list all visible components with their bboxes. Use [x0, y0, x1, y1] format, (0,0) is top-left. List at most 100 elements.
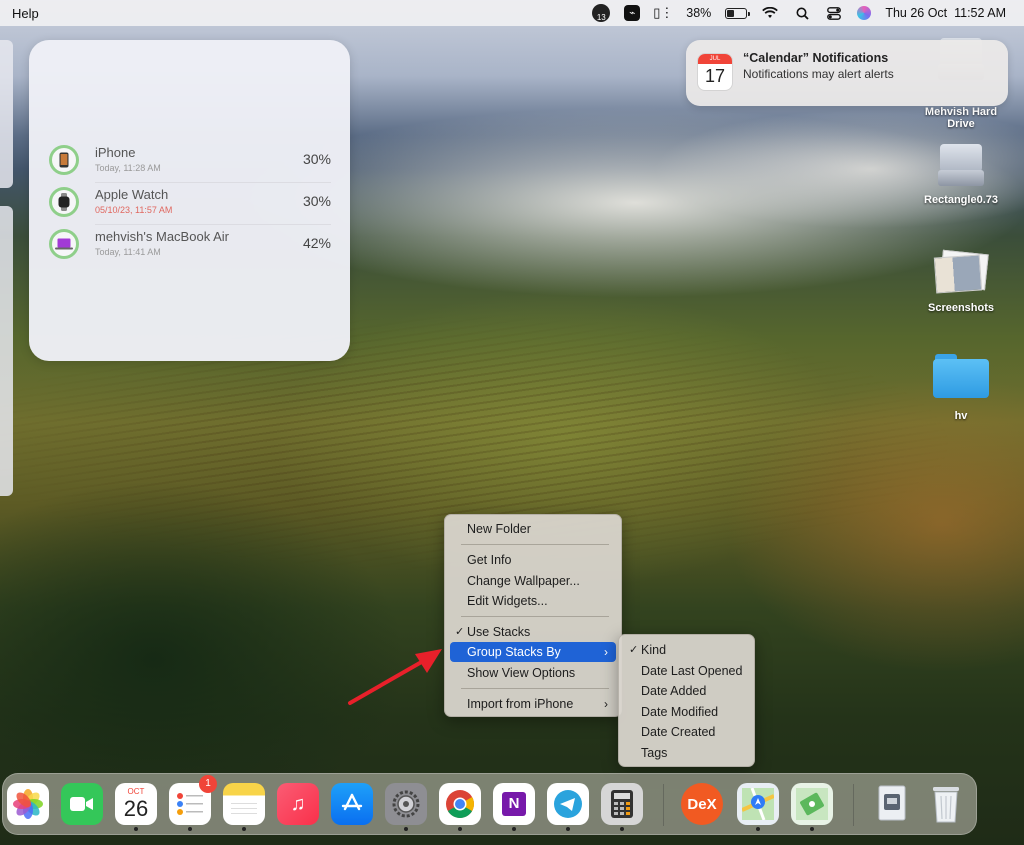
music-app-icon[interactable]: ♫: [277, 783, 319, 825]
photos-app-icon[interactable]: [7, 783, 49, 825]
calculator-app-icon[interactable]: [601, 783, 643, 831]
dock-calendar-day: 26: [123, 796, 149, 821]
clock-time-text: 11:52 AM: [954, 6, 1006, 20]
chevron-right-icon: ›: [604, 697, 608, 711]
menu-item-get-info[interactable]: Get Info: [450, 550, 616, 570]
maps-app-icon[interactable]: [737, 783, 779, 831]
disk-image-icon: [936, 140, 986, 190]
system-settings-icon[interactable]: [385, 783, 427, 831]
device-name: Apple Watch: [95, 187, 169, 202]
menu-item-edit-widgets[interactable]: Edit Widgets...: [450, 591, 616, 611]
running-indicator: [242, 827, 246, 831]
menu-item-change-wallpaper[interactable]: Change Wallpaper...: [450, 571, 616, 591]
checkmark-icon: ✓: [629, 644, 639, 656]
dex-label: DeX: [687, 795, 717, 813]
menu-help[interactable]: Help: [12, 6, 39, 21]
menu-item-group-stacks-by[interactable]: Group Stacks By ›: [450, 642, 616, 662]
batteries-widget[interactable]: iPhone Today, 11:28 AM 30% Apple Watch 0…: [29, 40, 350, 361]
desktop-item-screenshots[interactable]: Screenshots: [911, 249, 1011, 314]
desktop-item-label: Rectangle0.73: [924, 194, 998, 206]
running-indicator: [810, 827, 814, 831]
spotlight-search-icon[interactable]: [793, 4, 811, 22]
dock-divider: [853, 784, 854, 826]
trash-icon[interactable]: [925, 783, 967, 825]
notes-app-icon[interactable]: [223, 783, 265, 831]
watch-icon: [49, 187, 79, 217]
shortcut-app-icon[interactable]: ⌁: [624, 5, 641, 21]
clock-date[interactable]: Thu 26 Oct 11:52 AM: [885, 6, 1006, 20]
onenote-app-icon[interactable]: N: [493, 783, 535, 831]
device-row: iPhone Today, 11:28 AM 30%: [49, 141, 331, 183]
desktop-item-label: Mehvish Hard Drive: [924, 106, 998, 130]
notification-badge: 1: [199, 775, 217, 793]
calendar-app-icon[interactable]: OCT 26: [115, 783, 157, 831]
menu-item-show-view-options[interactable]: Show View Options: [450, 663, 616, 683]
running-indicator: [404, 827, 408, 831]
submenu-item-kind[interactable]: ✓ Kind: [624, 640, 749, 660]
device-row: Apple Watch 05/10/23, 11:57 AM 30%: [49, 183, 331, 225]
device-name: iPhone: [95, 145, 136, 160]
running-indicator: [620, 827, 624, 831]
telegram-app-icon[interactable]: [547, 783, 589, 831]
battery-level-fill: [727, 9, 735, 17]
calendar-notification[interactable]: JUL 17 “Calendar” Notifications Notifica…: [686, 40, 1008, 106]
menu-item-label: Import from iPhone: [467, 697, 574, 711]
reminders-app-icon[interactable]: 1: [169, 775, 217, 831]
menu-bar: Help 13 ⌁ ▯⋮ 38% Thu 26 Oct 11:52 AM: [0, 0, 1024, 26]
folder-icon: [933, 354, 989, 398]
notification-body: Notifications may alert alerts: [743, 67, 894, 81]
menu-divider: [461, 544, 609, 545]
submenu-item-tags[interactable]: Tags: [624, 743, 749, 763]
checkmark-icon: ✓: [455, 626, 465, 638]
running-indicator: [458, 827, 462, 831]
menu-divider: [461, 616, 609, 617]
device-updated-time: Today, 11:28 AM: [95, 163, 161, 173]
desktop-context-menu: New Folder Get Info Change Wallpaper... …: [444, 514, 622, 717]
clock-date-text: Thu 26 Oct: [885, 6, 948, 20]
device-row: mehvish's MacBook Air Today, 11:41 AM 42…: [49, 225, 331, 267]
device-name: mehvish's MacBook Air: [95, 229, 229, 244]
menu-bar-status-area: 13 ⌁ ▯⋮ 38% Thu 26 Oct 11:52 AM: [592, 4, 1006, 22]
running-indicator: [756, 827, 760, 831]
calendar-app-icon: JUL 17: [698, 54, 732, 90]
device-battery-percent: 30%: [302, 193, 331, 209]
device-updated-time: Today, 11:41 AM: [95, 247, 161, 257]
submenu-item-date-created[interactable]: Date Created: [624, 722, 749, 742]
menu-item-use-stacks[interactable]: ✓ Use Stacks: [450, 622, 616, 642]
chrome-app-icon[interactable]: [439, 783, 481, 831]
desktop-item-label: Screenshots: [927, 302, 995, 314]
desktop-item-rectangle[interactable]: Rectangle0.73: [911, 140, 1011, 206]
downloads-stack-icon[interactable]: [871, 783, 913, 825]
device-updated-time: 05/10/23, 11:57 AM: [95, 205, 173, 215]
menu-item-import-from-iphone[interactable]: Import from iPhone ›: [450, 694, 616, 714]
dock: OCT 26 1 ♫ N DeX: [2, 773, 977, 835]
macbook-icon: [49, 229, 79, 259]
facetime-app-icon[interactable]: [61, 783, 103, 825]
submenu-item-label: Kind: [641, 643, 667, 657]
group-stacks-submenu: ✓ Kind Date Last Opened Date Added Date …: [618, 634, 755, 767]
battery-icon[interactable]: [725, 7, 751, 19]
desktop-item-hv-folder[interactable]: hv: [911, 354, 1011, 422]
chevron-right-icon: ›: [604, 645, 608, 659]
menu-divider: [461, 688, 609, 689]
status-count-icon[interactable]: 13: [592, 4, 611, 22]
app-store-icon[interactable]: [331, 783, 373, 825]
notification-title: “Calendar” Notifications: [743, 51, 889, 65]
screenshots-stack-icon: [933, 249, 989, 294]
side-widget-strip: [0, 206, 13, 496]
dock-divider: [663, 784, 664, 826]
submenu-item-date-modified[interactable]: Date Modified: [624, 702, 749, 722]
submenu-item-date-last-opened[interactable]: Date Last Opened: [624, 661, 749, 681]
menu-item-new-folder[interactable]: New Folder: [450, 519, 616, 539]
iphone-icon: [49, 145, 79, 175]
finance-app-icon[interactable]: [791, 783, 833, 831]
stage-manager-icon[interactable]: ▯⋮: [653, 4, 673, 22]
menu-item-label: Use Stacks: [467, 625, 531, 639]
submenu-item-date-added[interactable]: Date Added: [624, 681, 749, 701]
siri-icon[interactable]: [857, 6, 872, 20]
menu-item-label: Group Stacks By: [467, 645, 561, 659]
wifi-icon[interactable]: [761, 4, 779, 22]
running-indicator: [188, 827, 192, 831]
samsung-dex-app-icon[interactable]: DeX: [681, 783, 723, 825]
control-center-icon[interactable]: [825, 4, 843, 22]
